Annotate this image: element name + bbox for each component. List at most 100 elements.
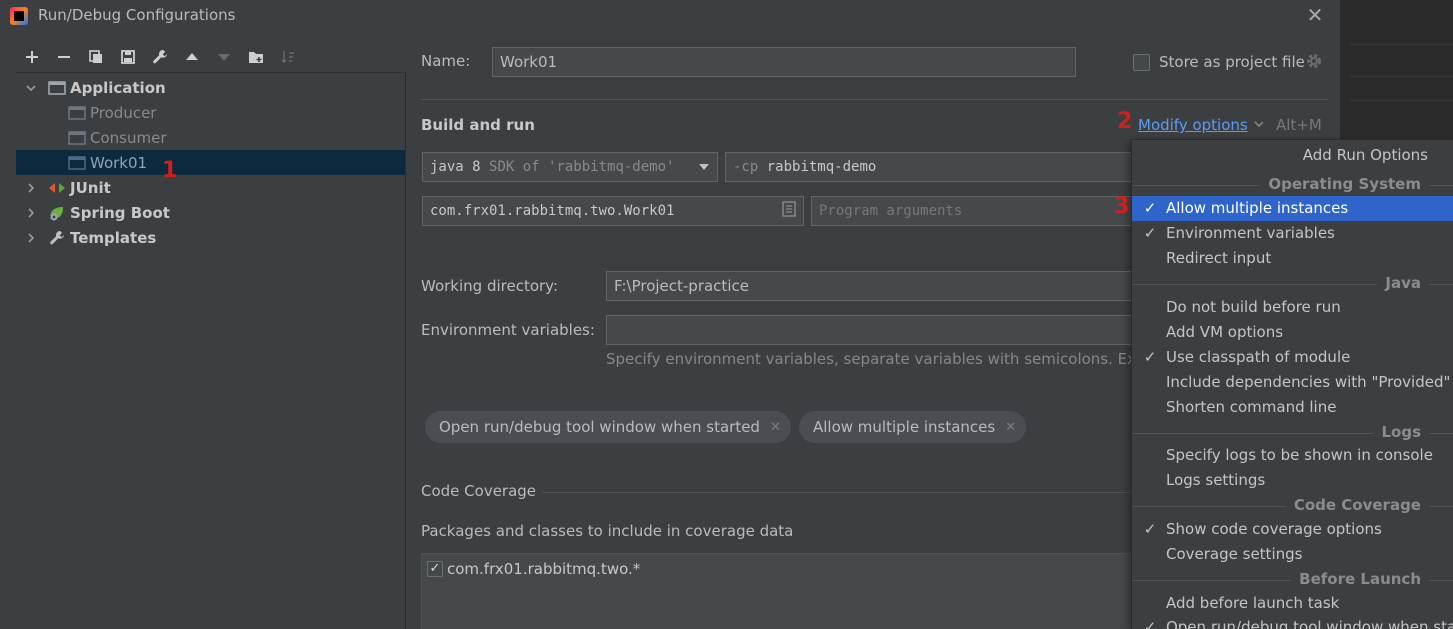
classpath-module-select[interactable]: -cp rabbitmq-demo	[725, 152, 1135, 182]
environment-variables-label: Environment variables:	[421, 321, 595, 339]
sort-icon[interactable]	[272, 44, 304, 70]
tree-label-application: Application	[70, 78, 166, 97]
environment-variables-input[interactable]	[606, 315, 1135, 345]
menu-item-logs-settings[interactable]: Logs settings	[1132, 468, 1453, 493]
chip-label: Allow multiple instances	[813, 418, 996, 436]
menu-item-add-vm[interactable]: Add VM options	[1132, 320, 1453, 345]
move-up-icon[interactable]	[176, 44, 208, 70]
chevron-down-icon[interactable]	[24, 81, 38, 95]
move-down-icon[interactable]	[208, 44, 240, 70]
name-input[interactable]: Work01	[492, 47, 1076, 77]
tree-label-consumer: Consumer	[90, 128, 167, 147]
tree-item-templates[interactable]: Templates	[16, 225, 405, 250]
program-arguments-input[interactable]: Program arguments	[811, 196, 1135, 226]
menu-item-classpath[interactable]: ✓ Use classpath of module	[1132, 345, 1453, 370]
close-icon[interactable]: ✕	[1305, 4, 1325, 26]
menu-item-no-build[interactable]: Do not build before run	[1132, 295, 1453, 320]
dropdown-arrow-icon[interactable]	[698, 158, 710, 176]
program-arguments-placeholder: Program arguments	[819, 203, 963, 219]
store-as-project-label[interactable]: Store as project file	[1159, 53, 1305, 71]
tree-label-junit: JUnit	[70, 178, 111, 197]
separator	[542, 492, 1131, 493]
environment-variables-hint: Specify environment variables, separate …	[606, 350, 1132, 368]
check-icon: ✓	[1143, 224, 1157, 242]
tree-item-consumer[interactable]: Consumer	[16, 125, 405, 150]
coverage-entry-label[interactable]: com.frx01.rabbitmq.two.*	[447, 560, 640, 578]
browse-class-icon[interactable]	[782, 201, 796, 221]
section-code-coverage: Code Coverage	[1132, 495, 1453, 517]
check-icon: ✓	[1143, 520, 1157, 538]
store-as-project-checkbox[interactable]	[1133, 54, 1150, 71]
modify-options-shortcut: Alt+M	[1276, 116, 1322, 134]
sdk-version: java 8	[430, 159, 481, 175]
tree-item-junit[interactable]: JUnit	[16, 175, 405, 200]
copy-icon[interactable]	[80, 44, 112, 70]
chevron-right-icon[interactable]	[24, 181, 38, 195]
tree-label-templates: Templates	[70, 228, 157, 247]
coverage-entry-checkbox[interactable]: ✓	[427, 561, 443, 577]
section-java: Java	[1132, 273, 1453, 295]
working-directory-label: Working directory:	[421, 277, 559, 295]
chevron-right-icon[interactable]	[24, 206, 38, 220]
tree-item-work01[interactable]: Work01	[16, 150, 405, 175]
check-icon: ✓	[1143, 199, 1157, 217]
application-config-icon	[68, 130, 86, 146]
menu-item-specify-logs[interactable]: Specify logs to be shown in console	[1132, 443, 1453, 468]
spring-boot-icon	[48, 205, 66, 221]
tree-label-work01: Work01	[90, 153, 148, 172]
name-label: Name:	[421, 52, 471, 70]
separator	[421, 99, 1328, 100]
modify-options-link[interactable]: Modify options	[1138, 116, 1248, 134]
tree-item-spring-boot[interactable]: Spring Boot	[16, 200, 405, 225]
annotation-1: 1	[162, 158, 178, 183]
main-class-input[interactable]: com.frx01.rabbitmq.two.Work01	[422, 196, 804, 226]
menu-item-redirect-input[interactable]: Redirect input	[1132, 246, 1453, 271]
chevron-down-icon[interactable]	[1253, 118, 1265, 133]
remove-chip-icon[interactable]: ✕	[1005, 420, 1016, 435]
chip-allow-multiple[interactable]: Allow multiple instances ✕	[799, 411, 1027, 443]
chip-label: Open run/debug tool window when started	[439, 418, 760, 436]
check-icon: ✓	[1143, 618, 1157, 629]
tree-label-producer: Producer	[90, 103, 157, 122]
add-icon[interactable]	[16, 44, 48, 70]
remove-chip-icon[interactable]: ✕	[770, 420, 781, 435]
section-before-launch: Before Launch	[1132, 569, 1453, 591]
chevron-right-icon[interactable]	[24, 231, 38, 245]
annotation-3: 3	[1114, 194, 1130, 219]
config-toolbar	[16, 44, 304, 70]
cp-module: rabbitmq-demo	[766, 159, 877, 175]
gear-icon[interactable]	[1305, 52, 1323, 70]
new-folder-icon[interactable]	[240, 44, 272, 70]
popup-title: Add Run Options	[1302, 146, 1428, 164]
menu-item-show-coverage[interactable]: ✓ Show code coverage options	[1132, 517, 1453, 542]
main-class-value: com.frx01.rabbitmq.two.Work01	[430, 203, 675, 219]
section-operating-system: Operating System	[1132, 174, 1453, 196]
check-icon: ✓	[1143, 348, 1157, 366]
wrench-icon[interactable]	[144, 44, 176, 70]
menu-item-shorten[interactable]: Shorten command line	[1132, 395, 1453, 420]
chip-open-tool-window[interactable]: Open run/debug tool window when started …	[425, 411, 791, 443]
code-coverage-label: Code Coverage	[421, 482, 537, 500]
tree-item-application[interactable]: Application	[16, 75, 405, 100]
wrench-icon	[48, 230, 66, 246]
add-run-options-popup: Add Run Options Operating System ✓ Allow …	[1131, 139, 1453, 629]
annotation-2: 2	[1117, 109, 1133, 134]
menu-item-env-vars[interactable]: ✓ Environment variables	[1132, 221, 1453, 246]
menu-item-coverage-settings[interactable]: Coverage settings	[1132, 542, 1453, 567]
coverage-packages-label: Packages and classes to include in cover…	[421, 522, 794, 540]
menu-item-open-tool[interactable]: ✓ Open run/debug tool window when star	[1132, 615, 1453, 629]
menu-item-allow-multiple[interactable]: ✓ Allow multiple instances	[1132, 196, 1453, 221]
save-icon[interactable]	[112, 44, 144, 70]
tree-item-producer[interactable]: Producer	[16, 100, 405, 125]
intellij-logo-icon	[10, 7, 28, 25]
working-directory-input[interactable]: F:\Project-practice	[606, 271, 1135, 301]
cp-prefix: -cp	[733, 159, 759, 175]
sdk-description: SDK of 'rabbitmq-demo'	[489, 159, 675, 175]
menu-item-add-before[interactable]: Add before launch task	[1132, 591, 1453, 616]
jre-select[interactable]: java 8 SDK of 'rabbitmq-demo'	[422, 152, 718, 182]
application-config-icon	[68, 155, 86, 171]
application-config-icon	[68, 105, 86, 121]
menu-item-include-deps[interactable]: Include dependencies with "Provided" s	[1132, 370, 1453, 395]
configuration-tree: Application Producer Consumer Work01 JUn…	[16, 72, 406, 629]
remove-icon[interactable]	[48, 44, 80, 70]
